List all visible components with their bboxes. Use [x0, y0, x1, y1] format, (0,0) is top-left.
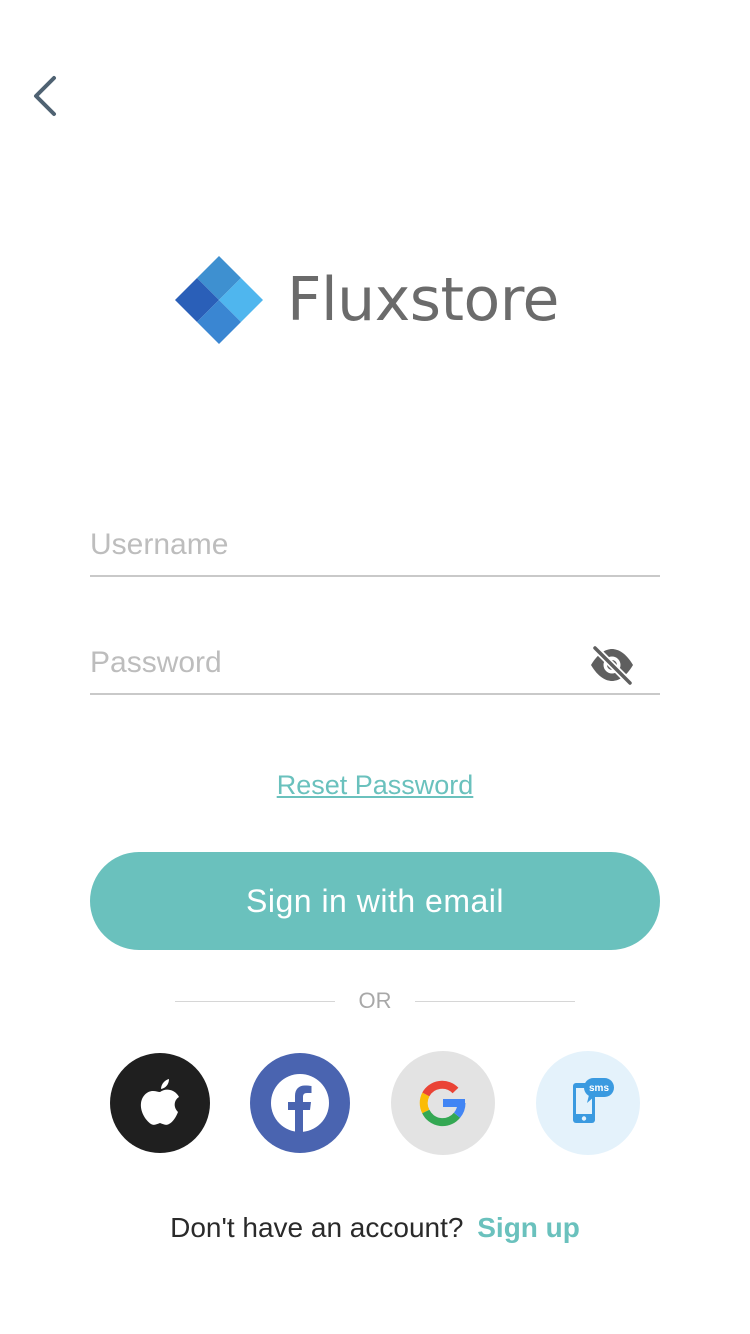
username-field: [90, 515, 660, 577]
reset-password-link[interactable]: Reset Password: [0, 770, 750, 801]
divider-line-left: [175, 1000, 335, 1002]
sign-in-email-button[interactable]: Sign in with email: [90, 852, 660, 950]
google-signin-button[interactable]: [391, 1051, 495, 1155]
username-input[interactable]: [90, 515, 570, 575]
brand-logo: Fluxstore: [173, 254, 583, 346]
apple-icon: [140, 1079, 179, 1125]
facebook-signin-button[interactable]: [250, 1053, 350, 1153]
apple-signin-button[interactable]: [110, 1053, 210, 1153]
sms-signin-button[interactable]: sms: [536, 1051, 640, 1155]
sms-label: sms: [589, 1083, 609, 1094]
back-button[interactable]: [20, 66, 70, 126]
signup-row: Don't have an account? Sign up: [0, 1212, 750, 1244]
password-field: [90, 633, 660, 695]
sms-phone-icon: sms: [573, 1078, 614, 1123]
signup-prompt: Don't have an account?: [170, 1212, 464, 1243]
eye-off-icon[interactable]: [588, 645, 636, 685]
divider-line-right: [415, 1000, 575, 1002]
chevron-left-icon: [34, 76, 56, 116]
diamond-logo-icon: [175, 256, 263, 344]
google-icon: [419, 1080, 466, 1127]
signup-link[interactable]: Sign up: [477, 1212, 580, 1243]
or-label: OR: [358, 988, 392, 1013]
facebook-icon: [271, 1074, 329, 1132]
login-screen: Fluxstore Reset Password Sign in with em…: [0, 0, 750, 1334]
or-divider: OR: [175, 986, 575, 1016]
brand-name: Fluxstore: [287, 265, 559, 335]
password-input[interactable]: [90, 633, 570, 693]
